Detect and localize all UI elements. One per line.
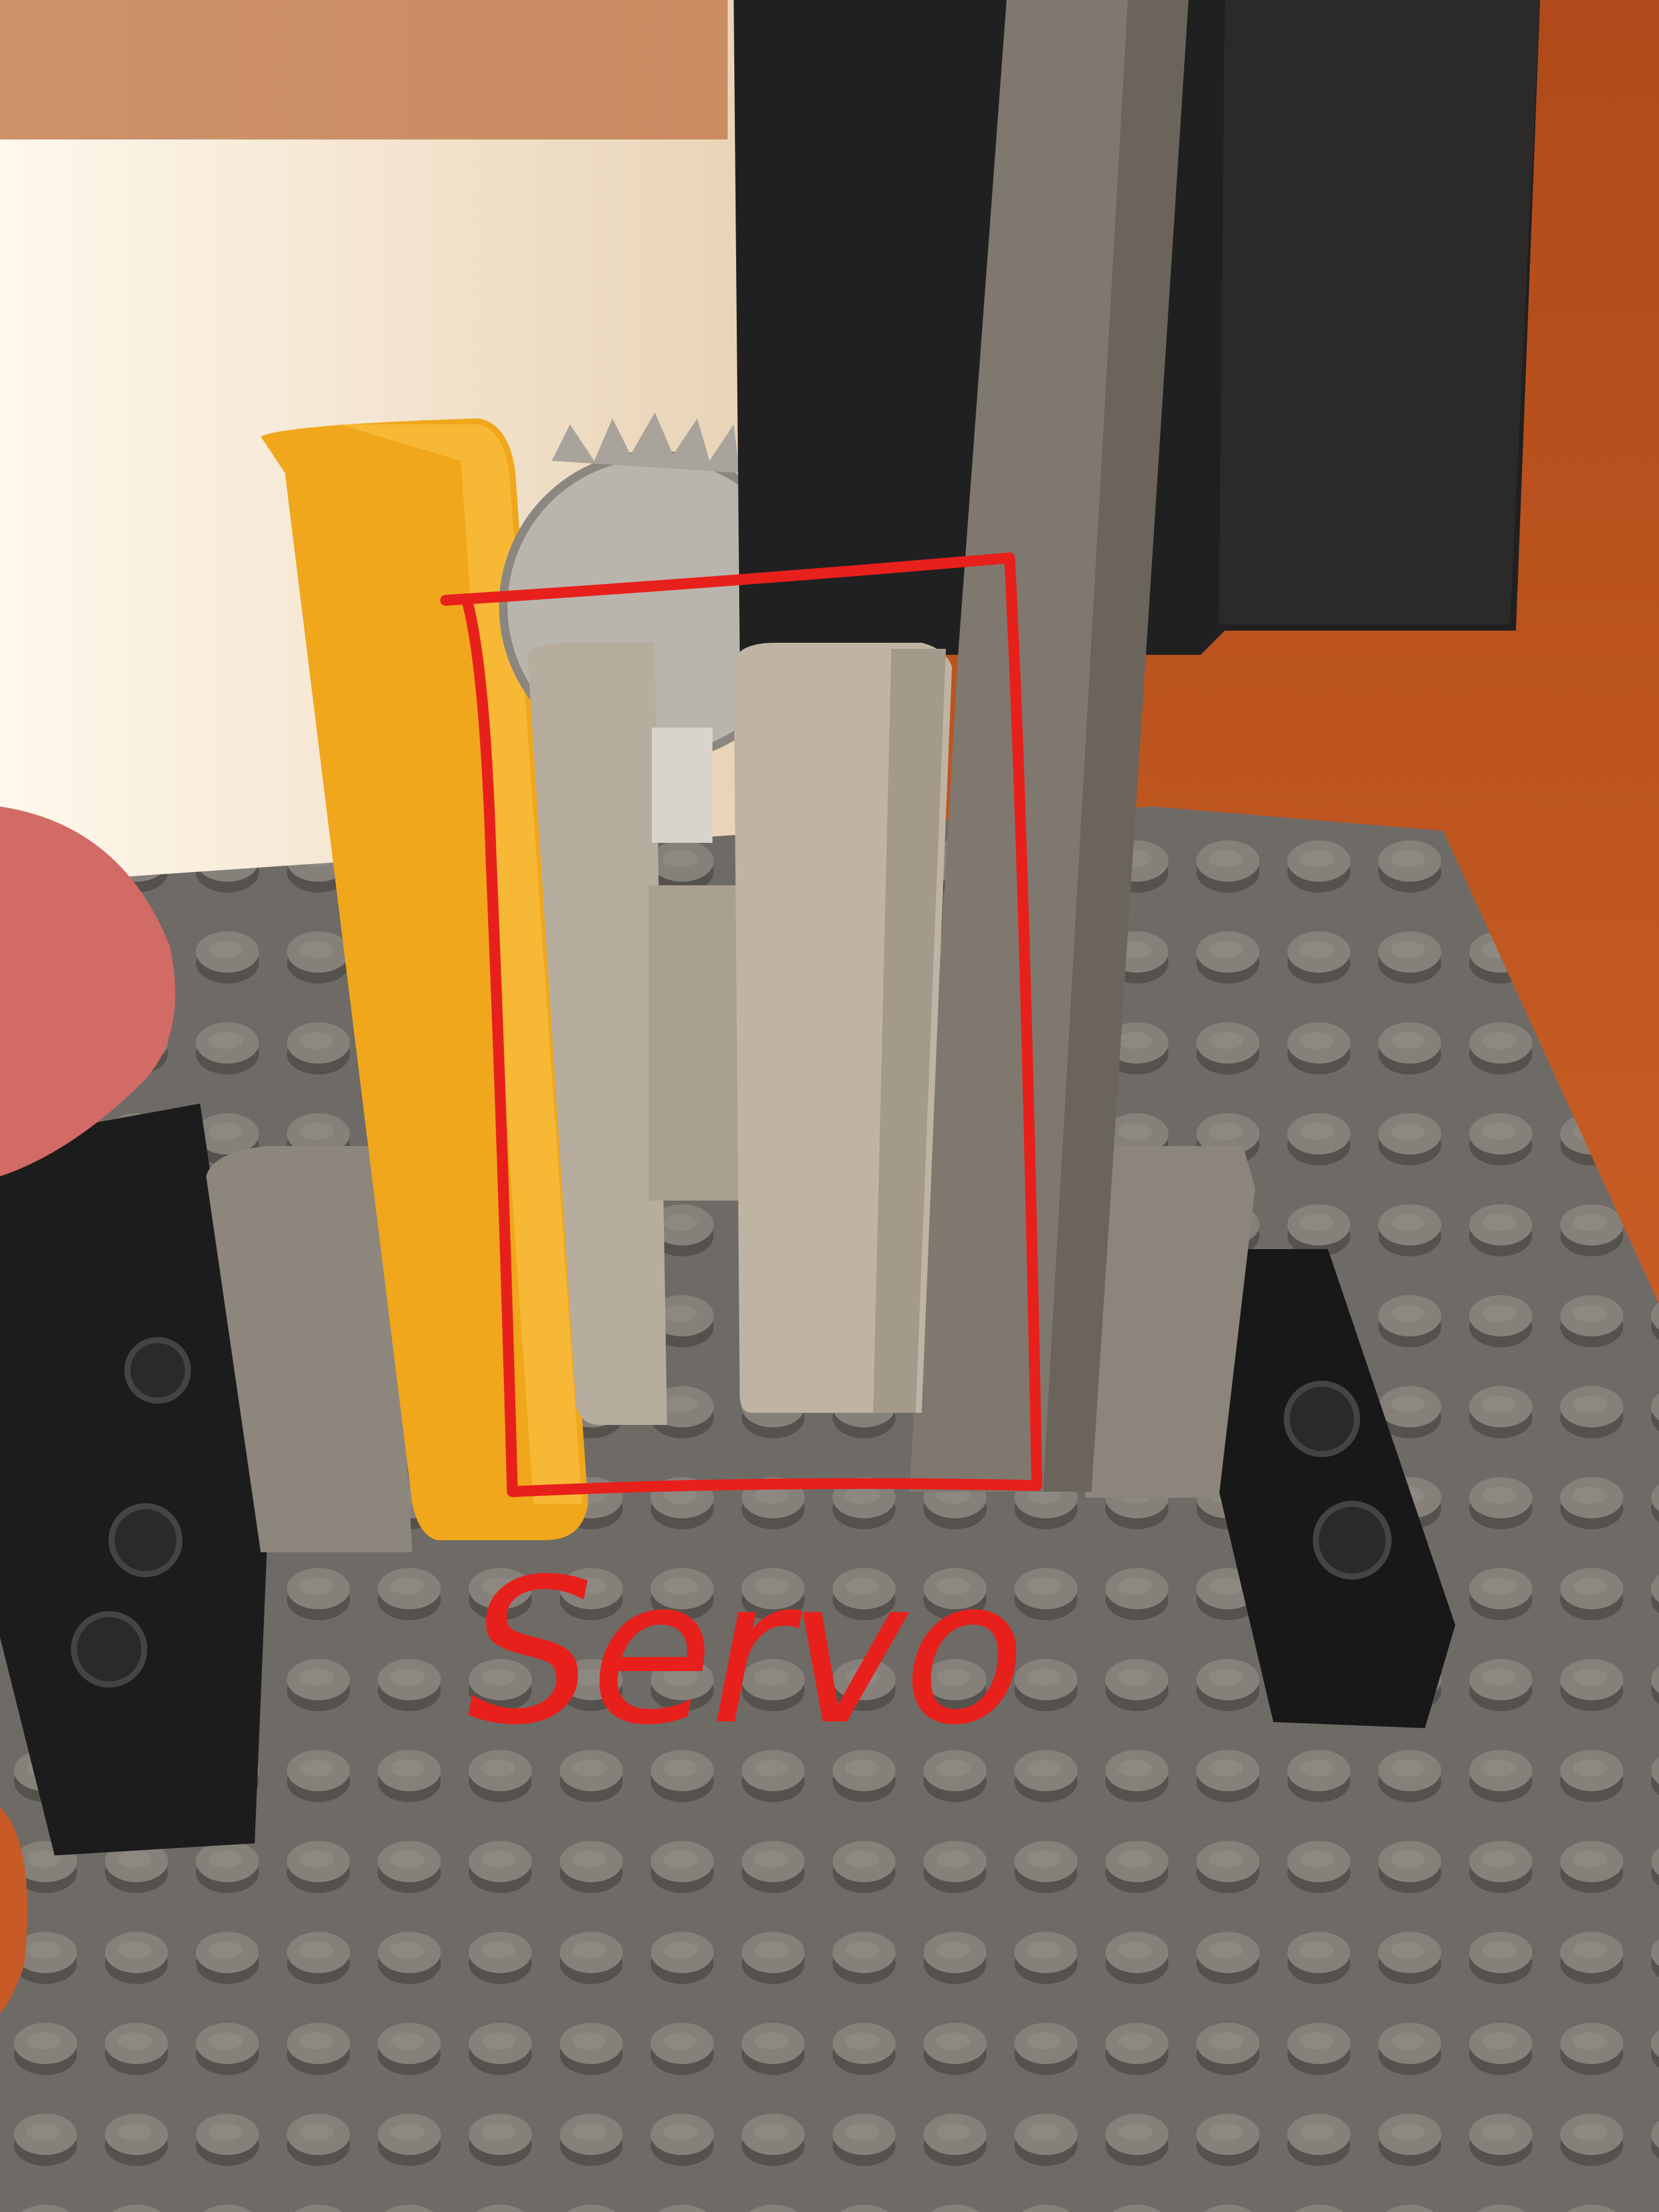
right-black-stud bbox=[1284, 1381, 1360, 1457]
photo-scene bbox=[0, 0, 1659, 2212]
servo-shaft bbox=[652, 728, 712, 843]
left-black-stud bbox=[71, 1611, 147, 1687]
left-black-stud bbox=[124, 1337, 191, 1404]
annotation-label: Servo bbox=[467, 1536, 1025, 1769]
right-black-stud bbox=[1313, 1501, 1392, 1580]
servo-middle-block bbox=[649, 885, 740, 1201]
top-carpet-strip bbox=[0, 0, 728, 139]
black-column-side bbox=[1219, 0, 1540, 625]
left-black-stud bbox=[109, 1503, 183, 1577]
